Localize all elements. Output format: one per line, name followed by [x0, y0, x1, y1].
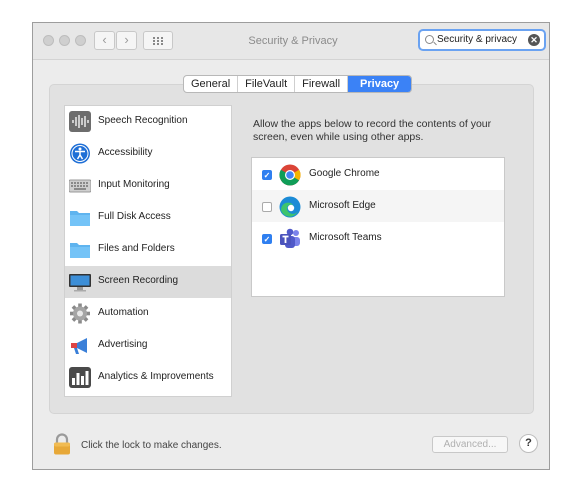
sidebar-item-advertising[interactable]: Advertising	[65, 330, 231, 362]
folder-icon	[70, 211, 90, 226]
sidebar-item-speech-recognition[interactable]: Speech Recognition	[65, 106, 231, 138]
sidebar-item-label: Accessibility	[98, 147, 153, 158]
app-name: Google Chrome	[309, 168, 380, 179]
close-window-button[interactable]	[43, 35, 54, 46]
sidebar-item-full-disk-access[interactable]: Full Disk Access	[65, 202, 231, 234]
minimize-window-button[interactable]	[59, 35, 70, 46]
accessibility-icon	[70, 143, 90, 164]
sidebar-item-screen-recording[interactable]: Screen Recording	[65, 266, 231, 298]
sidebar-item-analytics-improvements[interactable]: Analytics & Improvements	[65, 362, 231, 394]
sidebar-item-label: Analytics & Improvements	[98, 371, 214, 382]
sidebar-item-label: Input Monitoring	[98, 179, 170, 190]
app-name: Microsoft Edge	[309, 200, 376, 211]
sidebar-item-accessibility[interactable]: Accessibility	[65, 138, 231, 170]
display-icon	[69, 274, 91, 292]
zoom-window-button[interactable]	[75, 35, 86, 46]
preferences-window: ‹ › Security & Privacy Security & privac…	[32, 22, 550, 470]
checkbox-microsoft-teams[interactable]: ✓	[262, 234, 272, 244]
advanced-button[interactable]: Advanced...	[432, 436, 508, 453]
bar-chart-icon	[69, 367, 91, 388]
tab-firewall[interactable]: Firewall	[295, 76, 349, 92]
megaphone-icon	[71, 338, 87, 354]
sidebar-item-label: Full Disk Access	[98, 211, 171, 222]
app-row-microsoft-teams: ✓ Microsoft Teams	[252, 222, 504, 254]
tab-filevault[interactable]: FileVault	[238, 76, 296, 92]
checkbox-google-chrome[interactable]: ✓	[262, 170, 272, 180]
tab-privacy[interactable]: Privacy	[348, 76, 412, 92]
tab-bar: General FileVault Firewall Privacy	[183, 75, 413, 93]
window-title: Security & Privacy	[248, 35, 338, 47]
gear-icon	[70, 303, 90, 324]
back-button[interactable]: ‹	[94, 31, 115, 50]
screen-recording-description: Allow the apps below to record the conte…	[253, 118, 492, 143]
search-input[interactable]: Security & privacy ✕	[418, 29, 546, 51]
speech-recognition-icon	[69, 111, 91, 132]
app-row-google-chrome: ✓ Google Chrome	[252, 158, 504, 190]
checkbox-microsoft-edge[interactable]	[262, 202, 272, 212]
sidebar-item-label: Automation	[98, 307, 149, 318]
teams-icon	[280, 228, 300, 248]
sidebar-item-label: Speech Recognition	[98, 115, 188, 126]
show-all-button[interactable]	[143, 31, 173, 50]
sidebar-item-input-monitoring[interactable]: Input Monitoring	[65, 170, 231, 202]
app-name: Microsoft Teams	[309, 232, 382, 243]
sidebar-item-label: Advertising	[98, 339, 148, 350]
app-row-microsoft-edge: Microsoft Edge	[252, 190, 504, 222]
privacy-category-list: Speech Recognition Accessibility Input M…	[64, 105, 232, 397]
lock-message: Click the lock to make changes.	[81, 440, 222, 451]
title-bar: ‹ › Security & Privacy Security & privac…	[33, 23, 549, 60]
help-button[interactable]: ?	[519, 434, 538, 453]
sidebar-item-automation[interactable]: Automation	[65, 298, 231, 330]
chrome-icon	[279, 164, 301, 186]
sidebar-item-files-and-folders[interactable]: Files and Folders	[65, 234, 231, 266]
forward-button[interactable]: ›	[116, 31, 137, 50]
lock-icon[interactable]	[53, 433, 71, 455]
edge-icon	[279, 196, 301, 218]
sidebar-item-label: Screen Recording	[98, 275, 179, 286]
clear-search-icon[interactable]: ✕	[528, 34, 540, 46]
search-value: Security & privacy	[437, 34, 518, 45]
app-list: ✓ Google Chrome Microsoft Edge ✓ Microso…	[251, 157, 505, 297]
folder-icon	[70, 243, 90, 258]
search-icon	[425, 35, 434, 44]
tab-general[interactable]: General	[184, 76, 239, 92]
keyboard-icon	[69, 179, 91, 193]
sidebar-item-label: Files and Folders	[98, 243, 175, 254]
